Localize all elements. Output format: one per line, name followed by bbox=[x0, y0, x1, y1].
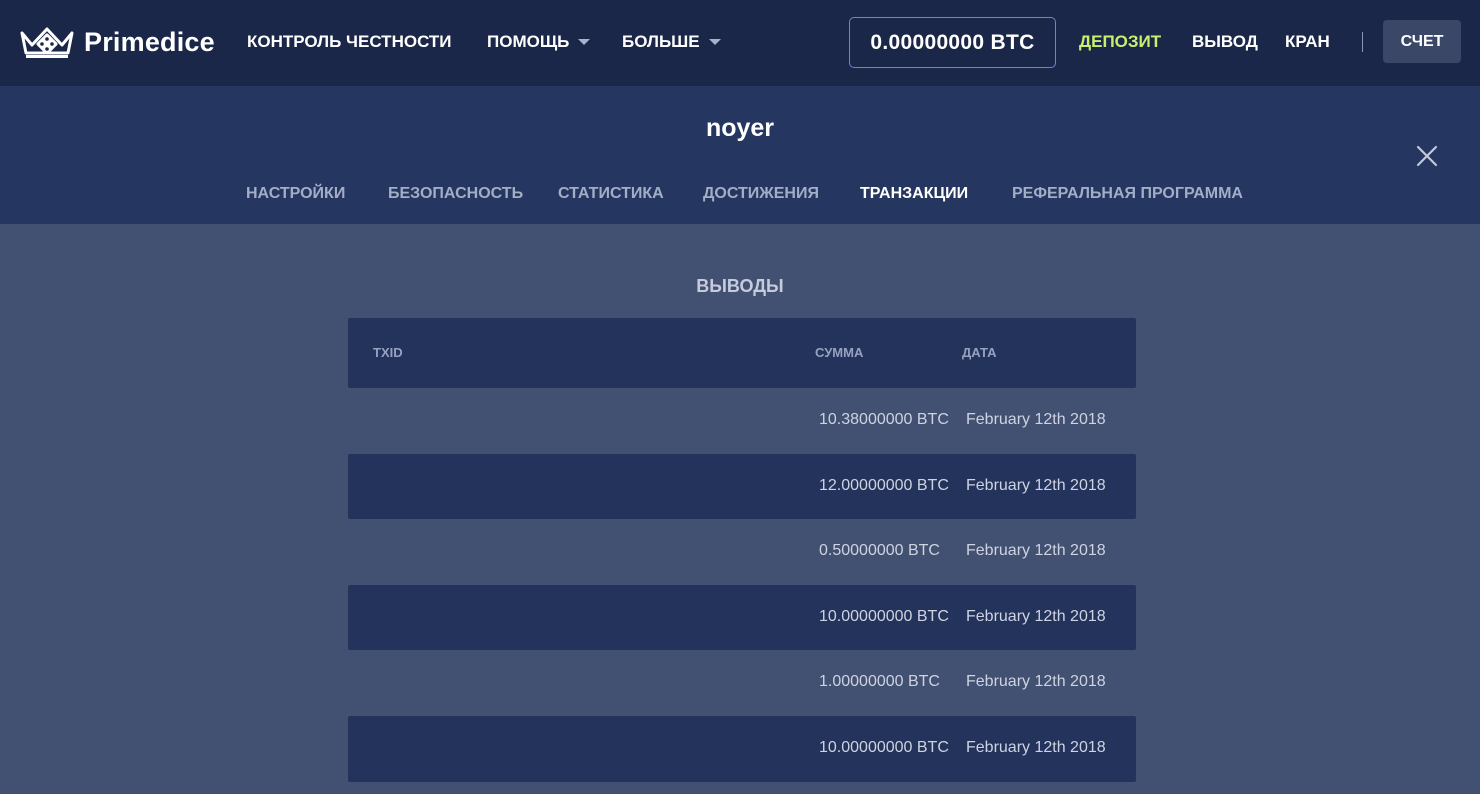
username: noyer bbox=[705, 114, 775, 142]
column-header-date: ДАТА bbox=[962, 345, 997, 360]
tab-transactions[interactable]: ТРАНЗАКЦИИ bbox=[860, 185, 968, 203]
nav-fairness-label: КОНТРОЛЬ ЧЕСТНОСТИ bbox=[247, 32, 452, 51]
date-cell: February 12th 2018 bbox=[966, 738, 1106, 756]
tab-achievements[interactable]: ДОСТИЖЕНИЯ bbox=[703, 185, 819, 203]
amount-cell: 0.50000000 BTC bbox=[819, 542, 940, 560]
date-cell: February 12th 2018 bbox=[966, 476, 1106, 494]
brand-name: Primedice bbox=[84, 26, 215, 57]
tab-statistics[interactable]: СТАТИСТИКА bbox=[558, 185, 664, 203]
nav-more-label: БОЛЬШЕ bbox=[622, 32, 700, 51]
amount-cell: 10.00000000 BTC bbox=[819, 738, 949, 756]
tab-security[interactable]: БЕЗОПАСНОСТЬ bbox=[388, 185, 523, 203]
chevron-down-icon bbox=[708, 39, 721, 45]
account-button[interactable]: СЧЕТ bbox=[1383, 20, 1461, 63]
amount-cell: 12.00000000 BTC bbox=[819, 476, 949, 494]
nav-divider bbox=[1362, 32, 1363, 52]
top-navigation-bar: Primedice КОНТРОЛЬ ЧЕСТНОСТИ ПОМОЩЬ БОЛЬ… bbox=[0, 0, 1480, 86]
nav-help-dropdown[interactable]: ПОМОЩЬ bbox=[487, 31, 591, 53]
table-row: 0.50000000 BTC February 12th 2018 bbox=[348, 519, 1136, 585]
table-row: 10.00000000 BTC February 12th 2018 bbox=[348, 715, 1136, 782]
table-row: 12.00000000 BTC February 12th 2018 bbox=[348, 453, 1136, 520]
table-header: TXID СУММА ДАТА bbox=[348, 318, 1136, 388]
date-cell: February 12th 2018 bbox=[966, 607, 1106, 625]
profile-header: noyer НАСТРОЙКИ БЕЗОПАСНОСТЬ СТАТИСТИКА … bbox=[0, 86, 1480, 224]
table-row: 1.00000000 BTC February 12th 2018 bbox=[348, 650, 1136, 716]
table-row: 10.38000000 BTC February 12th 2018 bbox=[348, 388, 1136, 454]
chevron-down-icon bbox=[578, 39, 591, 45]
balance-display[interactable]: 0.00000000 BTC bbox=[849, 17, 1056, 68]
column-header-txid: TXID bbox=[373, 345, 403, 360]
amount-cell: 10.38000000 BTC bbox=[819, 411, 949, 428]
nav-help-label: ПОМОЩЬ bbox=[487, 32, 570, 51]
withdrawals-table: TXID СУММА ДАТА 10.38000000 BTC February… bbox=[348, 318, 1136, 782]
amount-cell: 1.00000000 BTC bbox=[819, 673, 940, 691]
withdrawals-title: ВЫВОДЫ bbox=[696, 276, 784, 296]
table-row: 10.00000000 BTC February 12th 2018 bbox=[348, 584, 1136, 651]
date-cell: February 12th 2018 bbox=[966, 542, 1106, 560]
nav-fairness-link[interactable]: КОНТРОЛЬ ЧЕСТНОСТИ bbox=[247, 31, 452, 53]
logo[interactable]: Primedice bbox=[20, 24, 215, 60]
nav-withdraw-link[interactable]: ВЫВОД bbox=[1192, 31, 1258, 53]
nav-more-dropdown[interactable]: БОЛЬШЕ bbox=[622, 31, 721, 53]
column-header-amount: СУММА bbox=[815, 345, 864, 360]
tab-settings[interactable]: НАСТРОЙКИ bbox=[246, 185, 345, 203]
date-cell: February 12th 2018 bbox=[966, 411, 1106, 428]
amount-cell: 10.00000000 BTC bbox=[819, 607, 949, 625]
crown-dice-icon bbox=[20, 27, 74, 58]
nav-faucet-link[interactable]: КРАН bbox=[1285, 31, 1330, 53]
nav-deposit-link[interactable]: ДЕПОЗИТ bbox=[1079, 31, 1161, 53]
close-icon[interactable] bbox=[1414, 143, 1440, 169]
date-cell: February 12th 2018 bbox=[966, 673, 1106, 691]
tab-referral-program[interactable]: РЕФЕРАЛЬНАЯ ПРОГРАММА bbox=[1012, 185, 1243, 203]
